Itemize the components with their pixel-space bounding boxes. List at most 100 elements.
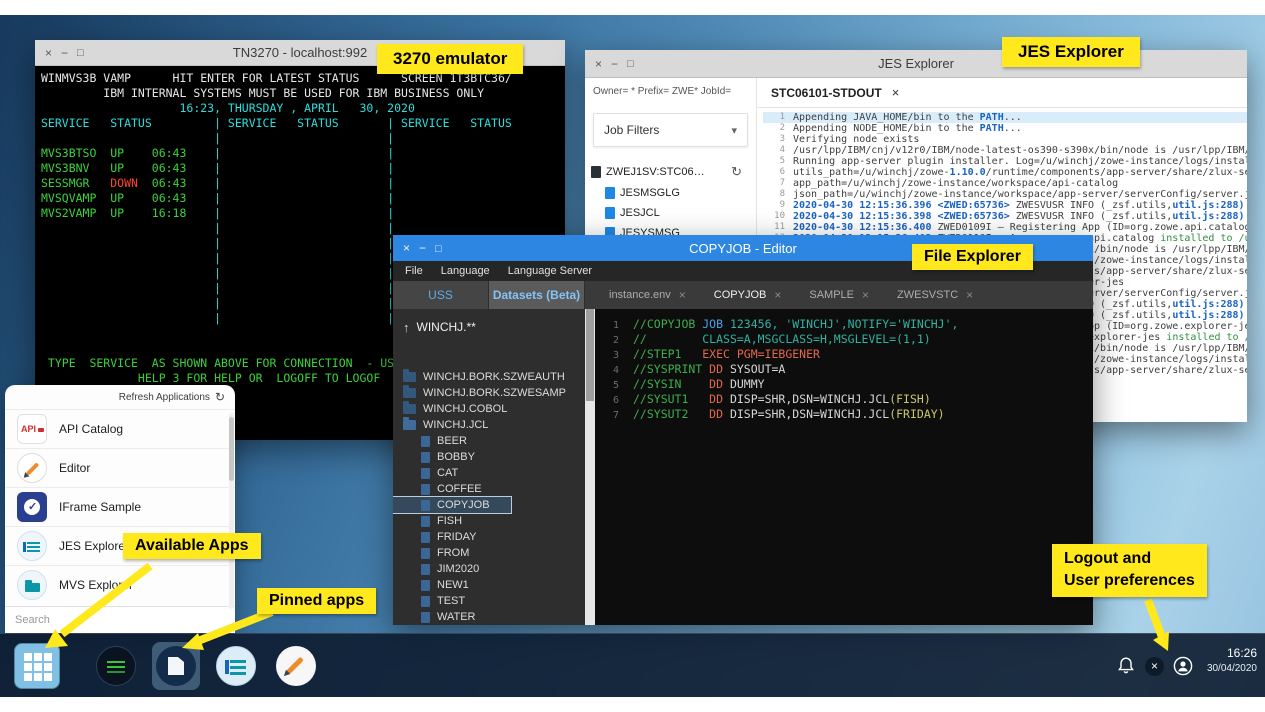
spool-file-item[interactable]: JESMSGLG	[585, 183, 756, 203]
window-controls	[45, 40, 84, 65]
jes-log-line: 4/usr/lpp/IBM/cnj/v12r0/IBM/node-latest-…	[763, 145, 1247, 156]
file-icon	[421, 612, 430, 623]
close-tab-icon[interactable]	[966, 288, 973, 302]
tn-screen-line: MVS3BTSO UP 06:43 | |	[41, 146, 559, 161]
menu-language-server[interactable]: Language Server	[508, 265, 592, 277]
folder-icon	[403, 372, 416, 382]
pinned-app[interactable]	[92, 642, 140, 690]
member-item[interactable]: BEER	[393, 433, 585, 449]
notifications-bell-icon[interactable]	[1116, 656, 1136, 676]
close-icon[interactable]	[403, 242, 410, 254]
launcher-app-api-catalog[interactable]: API Catalog	[5, 409, 235, 448]
tn3270-terminal-icon	[96, 646, 136, 686]
dataset-item[interactable]: WINCHJ.BORK.SZWEAUTH	[393, 369, 585, 385]
ed-code-line: 1//COPYJOB JOB 123456, 'WINCHJ',NOTIFY='…	[595, 317, 1093, 332]
refresh-applications-label: Refresh Applications	[119, 392, 210, 403]
jes-spool-files: JESMSGLGJESJCLJESYSMSG	[585, 183, 756, 243]
ed-code-line: 2// CLASS=A,MSGCLASS=H,MSGLEVEL=(1,1)	[595, 332, 1093, 347]
spool-file-item[interactable]: JESJCL	[585, 203, 756, 223]
scrollbar-thumb[interactable]	[229, 417, 234, 481]
callout-jes-explorer: JES Explorer	[1002, 37, 1140, 67]
close-tab-icon[interactable]	[862, 288, 869, 302]
jes-job-node[interactable]: ZWEJ1SV:STC06101	[585, 161, 756, 183]
file-icon	[421, 500, 430, 511]
callout-logout-line2: User preferences	[1064, 570, 1195, 592]
close-icon[interactable]	[595, 58, 602, 70]
job-icon	[591, 166, 601, 178]
pinned-app[interactable]	[272, 642, 320, 690]
close-tab-icon[interactable]	[679, 288, 686, 302]
callout-logout-preferences: Logout and User preferences	[1052, 544, 1207, 597]
refresh-icon[interactable]	[731, 164, 742, 180]
tn-screen-line: MVS3BNV UP 06:43 | |	[41, 161, 559, 176]
settings-icon[interactable]	[1145, 657, 1164, 676]
maximize-icon[interactable]	[435, 242, 442, 255]
member-item[interactable]: BOBBY	[393, 449, 585, 465]
window-controls	[403, 235, 442, 261]
tab-datasets-beta-[interactable]: Datasets (Beta)	[489, 281, 585, 309]
launcher-app-list: API CatalogEditorIFrame SampleJES Explor…	[5, 409, 235, 606]
launcher-app-mvs-explorer[interactable]: MVS Explorer	[5, 565, 235, 604]
up-arrow-icon	[403, 320, 410, 335]
callout-pinned-apps: Pinned apps	[257, 588, 376, 614]
minimize-icon[interactable]	[419, 242, 426, 254]
file-tab[interactable]: SAMPLE	[795, 281, 883, 309]
member-item[interactable]: FRIDAY	[393, 529, 585, 545]
tab-uss[interactable]: USS	[393, 281, 489, 309]
tree-scrollbar[interactable]	[585, 309, 595, 625]
jes-job-label: ZWEJ1SV:STC06101	[606, 166, 706, 178]
job-filters-dropdown[interactable]: Job Filters	[593, 113, 748, 147]
taskbar-clock: 16:26 30/04/2020	[1207, 646, 1257, 674]
member-item[interactable]: CAT	[393, 465, 585, 481]
jes-content-tab[interactable]: STC06101-STDOUT	[771, 86, 882, 100]
member-item[interactable]: NEW1	[393, 577, 585, 593]
editor-pencil-icon	[276, 646, 316, 686]
pinned-app[interactable]	[152, 642, 200, 690]
maximize-icon[interactable]	[77, 46, 84, 59]
dataset-item[interactable]: WINCHJ.COBOL	[393, 401, 585, 417]
menu-language[interactable]: Language	[441, 265, 490, 277]
member-item[interactable]: WATER	[393, 609, 585, 625]
maximize-icon[interactable]	[627, 57, 634, 70]
tn-screen-line: | |	[41, 221, 559, 236]
close-tab-icon[interactable]	[774, 288, 781, 302]
job-filters-label: Job Filters	[604, 123, 659, 137]
close-tab-icon[interactable]	[892, 84, 900, 102]
tn-screen-line: SERVICE STATUS | SERVICE STATUS | SERVIC…	[41, 116, 559, 131]
file-tab[interactable]: ZWESVSTC	[883, 281, 987, 309]
dataset-item[interactable]: WINCHJ.JCL	[393, 417, 585, 433]
member-item[interactable]: FROM	[393, 545, 585, 561]
taskbar-tray	[1116, 656, 1193, 676]
launcher-app-editor[interactable]: Editor	[5, 448, 235, 487]
dataset-item[interactable]: WINCHJ.BORK.SZWESAMP	[393, 385, 585, 401]
pinned-app[interactable]	[212, 642, 260, 690]
app-launcher-panel: Refresh Applications API CatalogEditorIF…	[5, 385, 235, 633]
close-icon[interactable]	[45, 47, 52, 59]
dataset-query-row[interactable]: WINCHJ.**	[393, 315, 585, 339]
file-tab[interactable]: instance.env	[595, 281, 700, 309]
window-controls	[595, 50, 634, 77]
launcher-search-input[interactable]	[5, 606, 235, 633]
refresh-applications-button[interactable]: Refresh Applications	[5, 385, 235, 409]
code-editor[interactable]: 1//COPYJOB JOB 123456, 'WINCHJ',NOTIFY='…	[595, 309, 1093, 625]
ed-code-line: 7//SYSUT2 DD DISP=SHR,DSN=WINCHJ.JCL(FRI…	[595, 407, 1093, 422]
spool-file-icon	[605, 207, 615, 219]
user-profile-icon[interactable]	[1173, 656, 1193, 676]
dataset-tree-panel: WINCHJ.** WINCHJ.BORK.SZWEAUTHWINCHJ.BOR…	[393, 309, 585, 625]
minimize-icon[interactable]	[611, 58, 618, 70]
file-tab[interactable]: COPYJOB	[700, 281, 796, 309]
member-item[interactable]: FISH	[393, 513, 585, 529]
jes-titlebar[interactable]: JES Explorer	[585, 50, 1247, 78]
member-item[interactable]: COPYJOB	[393, 497, 511, 513]
tn3270-window-title: TN3270 - localhost:992	[233, 45, 367, 60]
start-button[interactable]	[14, 643, 60, 689]
scrollbar-thumb[interactable]	[586, 309, 594, 401]
member-item[interactable]: JIM2020	[393, 561, 585, 577]
launcher-scrollbar[interactable]	[229, 413, 234, 609]
menu-file[interactable]: File	[405, 265, 423, 277]
member-item[interactable]: COFFEE	[393, 481, 585, 497]
minimize-icon[interactable]	[61, 47, 68, 59]
launcher-app-iframe-sample[interactable]: IFrame Sample	[5, 487, 235, 526]
iframe-sample-icon	[17, 492, 47, 522]
member-item[interactable]: TEST	[393, 593, 585, 609]
